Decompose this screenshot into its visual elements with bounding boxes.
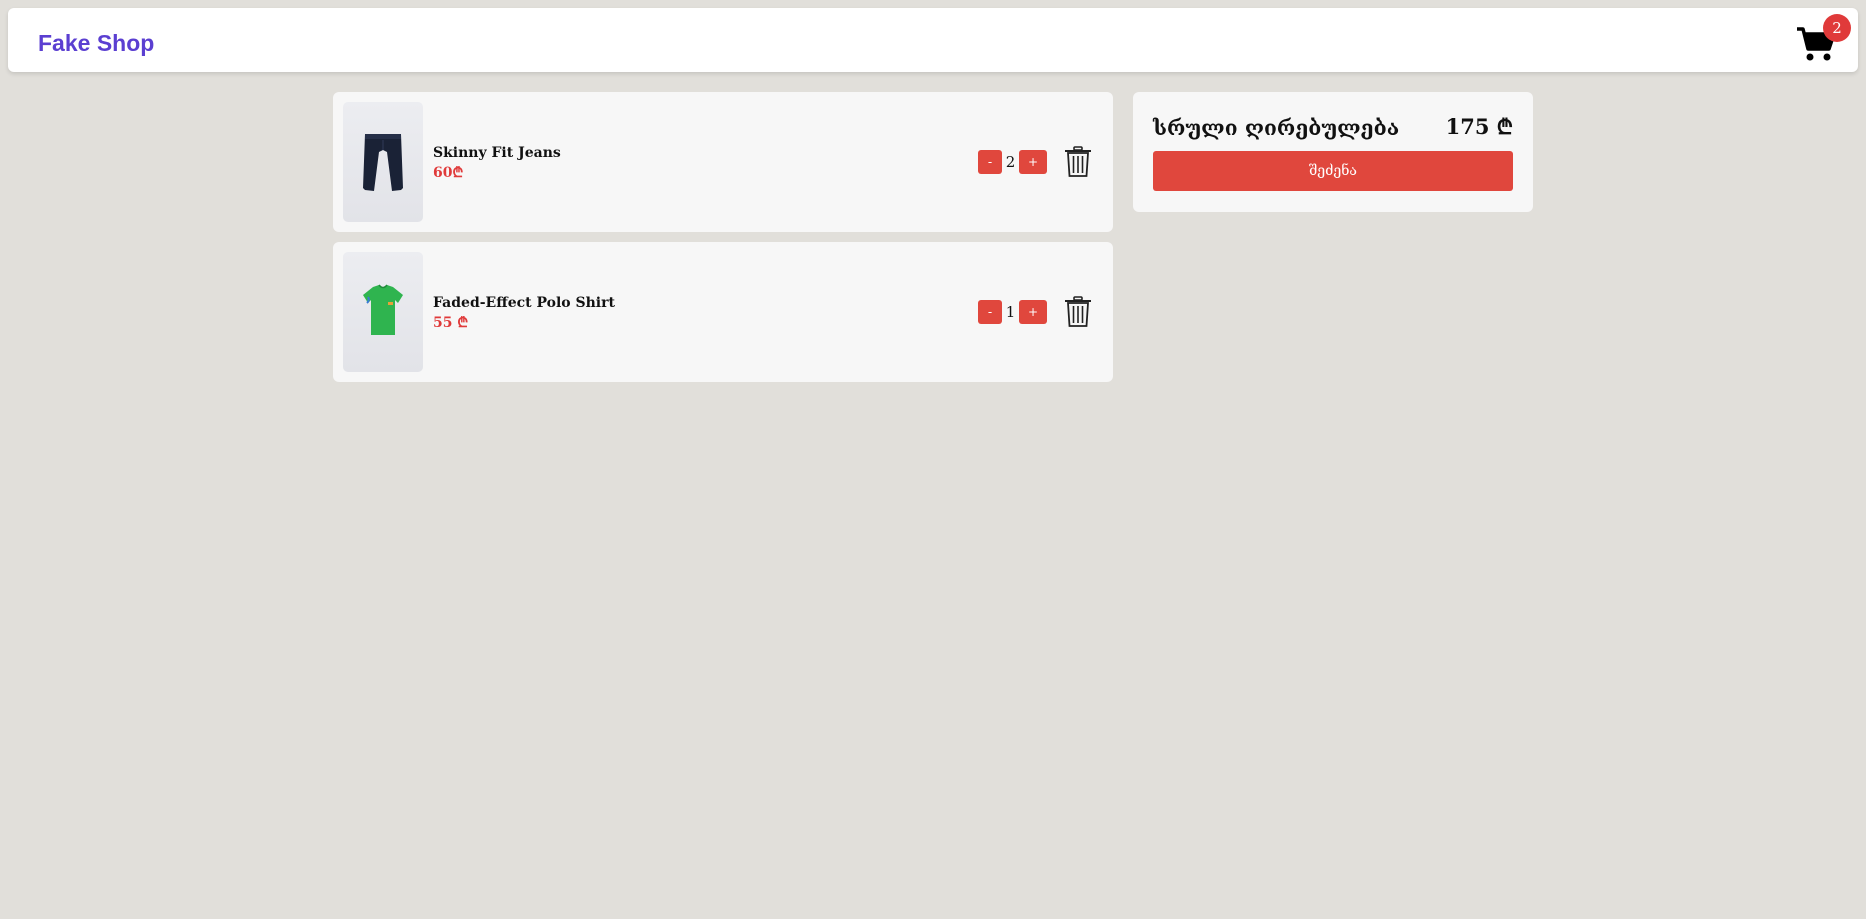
total-price: 175 ₾	[1445, 114, 1513, 139]
trash-icon[interactable]	[1063, 296, 1093, 328]
product-name: Skinny Fit Jeans	[433, 145, 561, 161]
increase-quantity-button[interactable]: +	[1019, 300, 1047, 324]
quantity-value: 1	[1005, 303, 1016, 321]
product-name: Faded-Effect Polo Shirt	[433, 295, 615, 311]
total-label: სრული ღირებულება	[1153, 115, 1400, 140]
shop-logo[interactable]: Fake Shop	[38, 32, 154, 55]
jeans-image	[363, 134, 403, 191]
product-price: 55 ₾	[433, 315, 469, 331]
cart-button[interactable]: 2	[1786, 14, 1851, 68]
quantity-value: 2	[1005, 153, 1016, 171]
cart-count-badge: 2	[1823, 14, 1851, 42]
order-summary: სრული ღირებულება 175 ₾ შეძენა	[1133, 92, 1533, 212]
product-image[interactable]	[343, 252, 423, 372]
trash-icon[interactable]	[1063, 146, 1093, 178]
product-image[interactable]	[343, 102, 423, 222]
buy-button[interactable]: შეძენა	[1153, 151, 1513, 191]
increase-quantity-button[interactable]: +	[1019, 150, 1047, 174]
cart-item: Skinny Fit Jeans 60₾ - 2 +	[333, 92, 1113, 232]
decrease-quantity-button[interactable]: -	[978, 150, 1002, 174]
polo-shirt-image	[363, 284, 403, 335]
product-price: 60₾	[433, 165, 464, 181]
decrease-quantity-button[interactable]: -	[978, 300, 1002, 324]
cart-item: Faded-Effect Polo Shirt 55 ₾ - 1 +	[333, 242, 1113, 382]
top-navbar: Fake Shop 2	[8, 8, 1858, 72]
